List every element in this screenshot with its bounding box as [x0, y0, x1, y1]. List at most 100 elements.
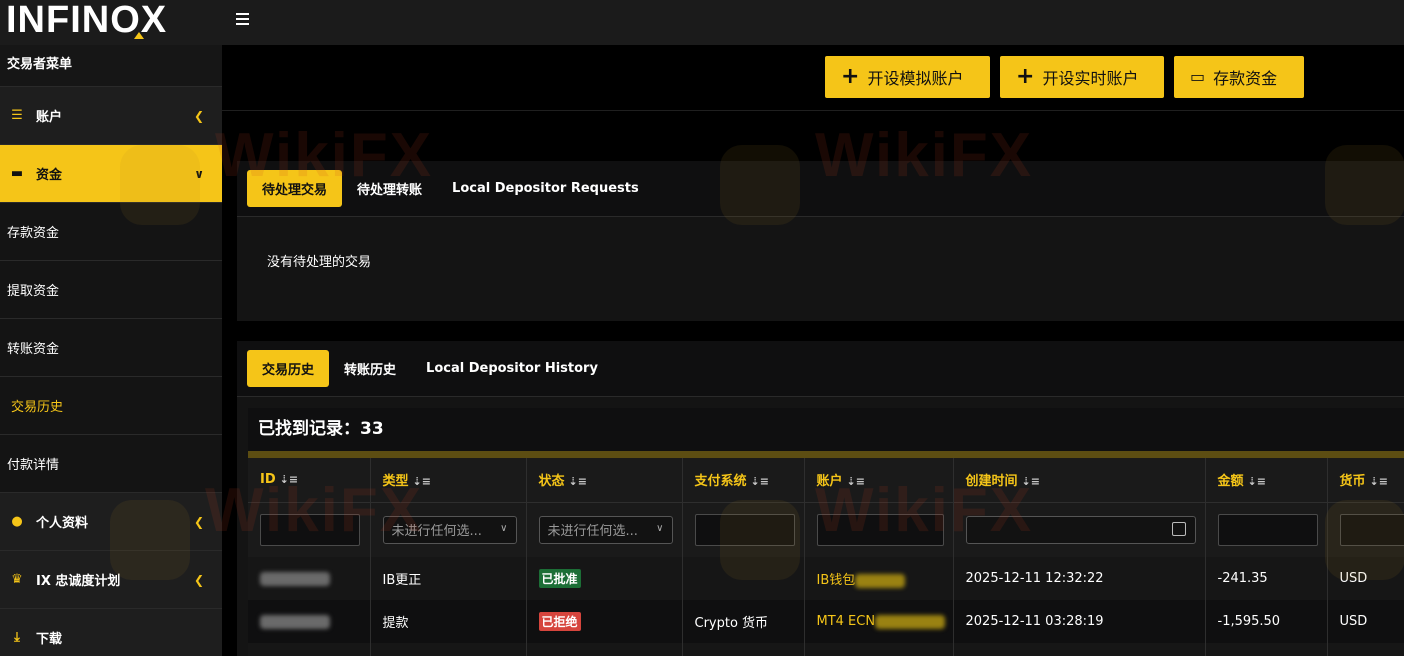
action-bar: + 开设模拟账户 + 开设实时账户 ▭ 存款资金 [222, 45, 1404, 111]
button-label: 开设模拟账户 [867, 69, 964, 88]
open-live-account-button[interactable]: + 开设实时账户 [1000, 56, 1164, 98]
type-cell: 提款 [370, 600, 527, 643]
empty-state-message: 没有待处理的交易 [267, 255, 372, 270]
user-icon: ● [11, 514, 23, 529]
table-filter-row: 未进行任何选... ∨ 未进行任何选... ∨ [248, 501, 1404, 557]
sidebar-subitem-transaction-history[interactable]: 交易历史 [0, 377, 222, 435]
sidebar-item-label: 账户 [36, 110, 63, 125]
credit-card-icon: ▭ [1190, 67, 1206, 86]
status-badge: 已拒绝 [538, 612, 581, 631]
chevron-down-icon: ∨ [194, 166, 204, 181]
sidebar-item-profile[interactable]: ● 个人资料 ❮ [0, 493, 222, 551]
logo-text-ox: OX [110, 0, 168, 41]
sidebar-item-label: IX 忠诚度计划 [36, 574, 121, 589]
infinox-logo[interactable]: INFIN OX [6, 0, 168, 41]
currency-cell: USD [1327, 600, 1404, 643]
status-cell: 已拒绝 [526, 600, 683, 643]
chevron-left-icon: ❮ [193, 108, 204, 123]
table-row[interactable]: 提款 已拒绝 Crypto 货币 MT4 ECN 2025-12-11 03:2… [248, 600, 1404, 643]
created-cell: 2025-12-11 03:28:19 [953, 600, 1206, 643]
tab-transfer-history[interactable]: 转账历史 [329, 350, 411, 387]
account-filter-input[interactable] [816, 513, 944, 546]
button-label: 存款资金 [1213, 69, 1278, 88]
column-header-status[interactable]: 状态 ⇣≡ [526, 458, 683, 502]
tab-local-depositor-requests[interactable]: Local Depositor Requests [437, 170, 654, 207]
column-header-created[interactable]: 创建时间 ⇣≡ [953, 458, 1206, 502]
sidebar-subitem-payment-details[interactable]: 付款详情 [0, 435, 222, 493]
sidebar-item-loyalty[interactable]: ♛ IX 忠诚度计划 ❮ [0, 551, 222, 609]
tab-transaction-history[interactable]: 交易历史 [247, 350, 330, 387]
chevron-left-icon: ❮ [193, 514, 204, 529]
amount-cell: -241.35 [1205, 557, 1328, 600]
amount-filter-input[interactable] [1217, 513, 1318, 546]
sidebar-subitem-transfer[interactable]: 转账资金 [0, 319, 222, 377]
column-header-account[interactable]: 账户 ⇣≡ [804, 458, 954, 502]
records-table-container: 已找到记录：33 ID ⇣≡ 类型 ⇣≡ 状态 ⇣≡ 支付系统 ⇣≡ 账户 ⇣≡ 创建时间… [248, 408, 1404, 656]
logo-text: INFIN [6, 0, 111, 41]
deposit-funds-button[interactable]: ▭ 存款资金 [1174, 56, 1304, 98]
currency-cell: USD [1327, 557, 1404, 600]
table-row[interactable]: IB更正 已批准 IB钱包 2025-12-11 12:32:22 -241.3… [248, 557, 1404, 600]
top-bar: INFIN OX [0, 0, 1404, 45]
open-demo-account-button[interactable]: + 开设模拟账户 [825, 56, 990, 98]
sidebar-item-account[interactable]: ☰ 账户 ❮ [0, 87, 222, 145]
history-tabs: 交易历史 转账历史 Local Depositor History [237, 341, 1404, 397]
chevron-left-icon: ❮ [193, 572, 204, 587]
id-filter-input[interactable] [260, 513, 360, 546]
plus-icon: + [1016, 64, 1035, 89]
sort-icon[interactable]: ⇣≡ [1248, 475, 1266, 488]
sort-icon[interactable]: ⇣≡ [569, 475, 587, 488]
sidebar-item-label: 下载 [36, 632, 63, 647]
crown-icon: ♛ [11, 572, 23, 587]
sidebar-item-funds[interactable]: ▬ 资金 ∨ [0, 145, 222, 203]
redacted-id [260, 614, 330, 629]
sidebar-subitem-deposit[interactable]: 存款资金 [0, 203, 222, 261]
table-header-row: ID ⇣≡ 类型 ⇣≡ 状态 ⇣≡ 支付系统 ⇣≡ 账户 ⇣≡ 创建时间 ⇣≡ 金额 ⇣≡ 货… [248, 458, 1404, 502]
sort-icon[interactable]: ⇣≡ [1370, 475, 1388, 488]
tab-pending-transactions[interactable]: 待处理交易 [247, 170, 343, 207]
column-header-id[interactable]: ID ⇣≡ [248, 458, 371, 502]
list-icon: ☰ [11, 108, 23, 123]
type-cell: IB更正 [370, 557, 527, 600]
id-cell [248, 600, 371, 643]
sort-icon[interactable]: ⇣≡ [847, 475, 865, 488]
redacted-account [855, 573, 906, 588]
sidebar-subitem-withdraw[interactable]: 提取资金 [0, 261, 222, 319]
sidebar-title: 交易者菜单 [0, 45, 222, 87]
calendar-icon[interactable] [1171, 521, 1186, 536]
sort-icon[interactable]: ⇣≡ [1022, 475, 1040, 488]
column-header-amount[interactable]: 金额 ⇣≡ [1205, 458, 1328, 502]
transaction-table: ID ⇣≡ 类型 ⇣≡ 状态 ⇣≡ 支付系统 ⇣≡ 账户 ⇣≡ 创建时间 ⇣≡ 金额 ⇣≡ 货… [248, 458, 1404, 656]
status-cell: 已批准 [526, 557, 683, 600]
logo-triangle-icon [133, 31, 144, 39]
status-filter-select[interactable]: 未进行任何选... ∨ [538, 515, 673, 544]
plus-icon: + [841, 64, 860, 89]
tab-local-depositor-history[interactable]: Local Depositor History [411, 350, 613, 387]
redacted-id [260, 571, 330, 586]
table-row [248, 643, 1404, 656]
column-header-currency[interactable]: 货币 ⇣≡ [1327, 458, 1404, 502]
redacted-account [875, 614, 946, 629]
sort-icon[interactable]: ⇣≡ [280, 473, 298, 486]
type-filter-select[interactable]: 未进行任何选... ∨ [382, 515, 517, 544]
payment-system-filter-input[interactable] [694, 513, 795, 546]
account-cell[interactable]: IB钱包 [804, 557, 954, 600]
download-icon: ⤓ [14, 630, 20, 645]
sidebar-item-download[interactable]: ⤓ 下载 [0, 609, 222, 656]
created-date-filter[interactable] [965, 515, 1196, 544]
column-header-type[interactable]: 类型 ⇣≡ [370, 458, 527, 502]
wallet-icon: ▬ [10, 166, 24, 181]
records-divider [248, 451, 1404, 458]
currency-filter-input[interactable] [1339, 513, 1404, 546]
column-header-payment-system[interactable]: 支付系统 ⇣≡ [682, 458, 805, 502]
sidebar-item-label: 资金 [36, 168, 63, 183]
account-cell[interactable]: MT4 ECN [804, 600, 954, 643]
tab-pending-transfers[interactable]: 待处理转账 [342, 170, 437, 207]
sort-icon[interactable]: ⇣≡ [413, 475, 431, 488]
payment-system-cell: Crypto 货币 [682, 600, 805, 643]
payment-system-cell [682, 557, 805, 600]
hamburger-menu-icon[interactable] [236, 13, 249, 28]
sort-icon[interactable]: ⇣≡ [751, 475, 769, 488]
pending-panel: 待处理交易 待处理转账 Local Depositor Requests 没有待… [237, 161, 1404, 321]
button-label: 开设实时账户 [1042, 69, 1139, 88]
